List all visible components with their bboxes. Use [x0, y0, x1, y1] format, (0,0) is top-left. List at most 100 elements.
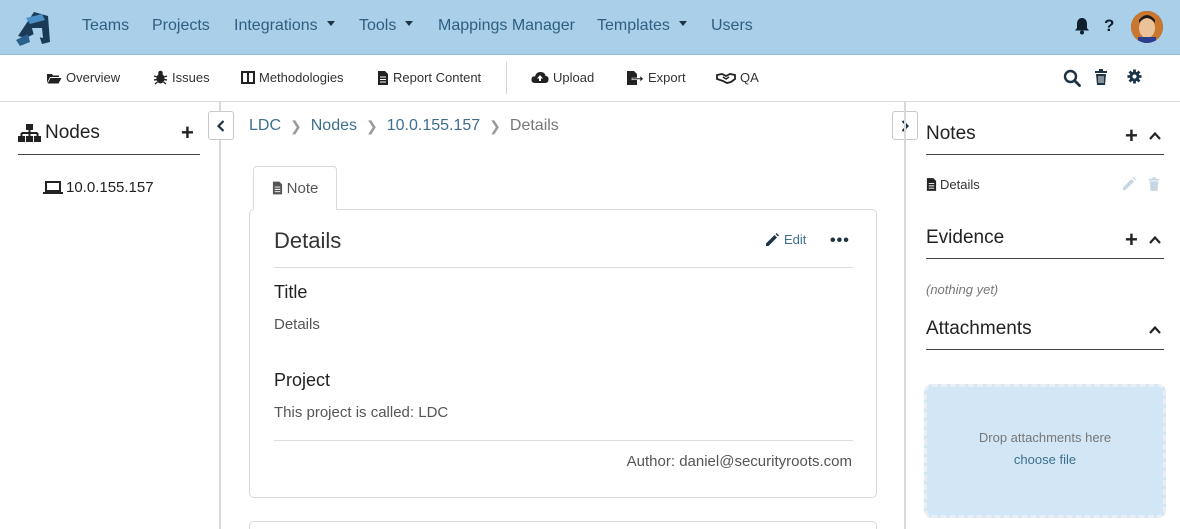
- nodes-panel: [0, 102, 221, 529]
- toolbar-upload-label: Upload: [553, 70, 595, 85]
- add-note-icon[interactable]: +: [1125, 125, 1138, 147]
- node-item-label: 10.0.155.157: [66, 179, 154, 196]
- breadcrumb-chevron-icon: ❯: [290, 117, 302, 134]
- nav-integrations-label: Integrations: [234, 17, 318, 34]
- file-text-icon: [926, 178, 937, 191]
- chevron-up-icon[interactable]: [1149, 324, 1161, 336]
- avatar-image: [1131, 11, 1163, 43]
- card-divider: [274, 440, 853, 441]
- search-icon[interactable]: [1063, 69, 1081, 87]
- bell-icon[interactable]: [1074, 17, 1090, 35]
- caret-down-icon: [405, 21, 414, 27]
- nav-tools[interactable]: Tools: [359, 17, 414, 35]
- nodes-divider: [18, 154, 200, 155]
- attachments-dropzone[interactable]: Drop attachments here choose file: [924, 384, 1166, 518]
- toolbar-qa-label: QA: [740, 70, 759, 85]
- nav-templates-label: Templates: [597, 17, 670, 34]
- breadcrumb-node[interactable]: 10.0.155.157: [387, 117, 480, 135]
- nav-users[interactable]: Users: [711, 17, 753, 35]
- toolbar-export[interactable]: Export: [626, 70, 686, 85]
- book-icon: [241, 71, 255, 84]
- toolbar-upload[interactable]: Upload: [531, 70, 594, 85]
- toolbar-issues-label: Issues: [172, 70, 210, 85]
- sitemap-icon: [18, 123, 41, 142]
- toolbar-divider: [506, 62, 507, 94]
- toolbar-report-content[interactable]: Report Content: [377, 70, 481, 85]
- nav-templates[interactable]: Templates: [597, 17, 687, 35]
- note-list-item[interactable]: Details: [926, 177, 980, 192]
- handshake-icon: [716, 72, 736, 84]
- notes-heading: Notes: [926, 123, 976, 144]
- node-item[interactable]: 10.0.155.157: [43, 179, 154, 196]
- toolbar-qa[interactable]: QA: [716, 70, 759, 85]
- nav-teams[interactable]: Teams: [82, 17, 129, 35]
- collapse-left-button[interactable]: [208, 111, 234, 140]
- dropzone-text: Drop attachments here: [978, 430, 1112, 445]
- nav-mappings-manager[interactable]: Mappings Manager: [438, 17, 575, 35]
- pencil-icon[interactable]: [1122, 177, 1136, 191]
- breadcrumb-chevron-icon: ❯: [366, 117, 378, 134]
- toolbar-issues[interactable]: Issues: [153, 70, 210, 85]
- cloud-upload-icon: [531, 72, 549, 83]
- card-divider: [274, 267, 853, 268]
- project-toolbar: Overview Issues Methodologies Report Con…: [0, 55, 1180, 102]
- toolbar-overview[interactable]: Overview: [46, 70, 120, 85]
- gear-icon[interactable]: [1127, 69, 1142, 84]
- tab-note-label: Note: [286, 179, 319, 197]
- trash-icon[interactable]: [1094, 69, 1108, 85]
- nav-tools-label: Tools: [359, 17, 397, 34]
- nav-projects[interactable]: Projects: [152, 17, 210, 35]
- field-label: Project: [274, 370, 331, 390]
- attachments-divider: [926, 349, 1164, 350]
- note-title: Details: [274, 228, 342, 253]
- user-avatar[interactable]: [1131, 11, 1163, 43]
- field-value: Details: [274, 316, 320, 333]
- edit-label: Edit: [784, 232, 807, 247]
- help-icon[interactable]: ?: [1104, 16, 1114, 36]
- attachments-heading: Attachments: [926, 318, 1032, 339]
- folder-open-icon: [47, 73, 62, 83]
- toolbar-methodologies[interactable]: Methodologies: [241, 70, 344, 85]
- chevron-left-icon: [216, 119, 225, 132]
- file-export-icon: [627, 70, 644, 85]
- toolbar-report-content-label: Report Content: [393, 70, 482, 85]
- caret-down-icon: [326, 21, 335, 27]
- note-list-item-label: Details: [940, 177, 980, 192]
- chevron-up-icon[interactable]: [1149, 130, 1161, 142]
- top-navbar: Teams Projects Integrations Tools Mappin…: [0, 0, 1180, 55]
- breadcrumb-nodes[interactable]: Nodes: [311, 117, 357, 135]
- bug-icon: [153, 70, 168, 85]
- file-text-icon: [272, 181, 282, 195]
- breadcrumb-project[interactable]: LDC: [249, 117, 281, 135]
- field-value: This project is called: LDC: [274, 404, 449, 421]
- add-node-icon[interactable]: +: [181, 122, 194, 144]
- evidence-heading: Evidence: [926, 227, 1005, 248]
- toolbar-export-label: Export: [648, 70, 686, 85]
- evidence-divider: [926, 258, 1164, 259]
- chevron-up-icon[interactable]: [1149, 234, 1161, 246]
- tab-note[interactable]: Note: [253, 166, 337, 210]
- more-options-icon[interactable]: •••: [830, 232, 850, 250]
- pencil-icon: [766, 232, 779, 246]
- nodes-title: Nodes: [45, 122, 100, 143]
- toolbar-methodologies-label: Methodologies: [259, 70, 344, 85]
- trash-icon[interactable]: [1148, 177, 1160, 191]
- note-card: Details Edit ••• Title Details Project T…: [249, 209, 877, 498]
- field-label: Title: [274, 282, 308, 302]
- note-author: Author: daniel@securityroots.com: [626, 453, 852, 470]
- caret-down-icon: [678, 21, 687, 27]
- file-text-icon: [378, 70, 388, 85]
- toolbar-overview-label: Overview: [66, 70, 121, 85]
- nav-integrations[interactable]: Integrations: [234, 17, 335, 35]
- edit-button[interactable]: Edit: [765, 232, 806, 247]
- notes-divider: [926, 154, 1164, 155]
- breadcrumb: LDC ❯ Nodes ❯ 10.0.155.157 ❯ Details: [249, 117, 559, 135]
- secondary-card: [249, 521, 877, 529]
- add-evidence-icon[interactable]: +: [1125, 229, 1138, 251]
- nodes-heading: Nodes: [18, 122, 100, 144]
- breadcrumb-chevron-icon: ❯: [489, 117, 501, 134]
- dradis-logo-icon[interactable]: [12, 6, 56, 50]
- choose-file-link[interactable]: choose file: [927, 452, 1163, 467]
- breadcrumb-current: Details: [509, 117, 559, 134]
- laptop-icon: [43, 180, 63, 194]
